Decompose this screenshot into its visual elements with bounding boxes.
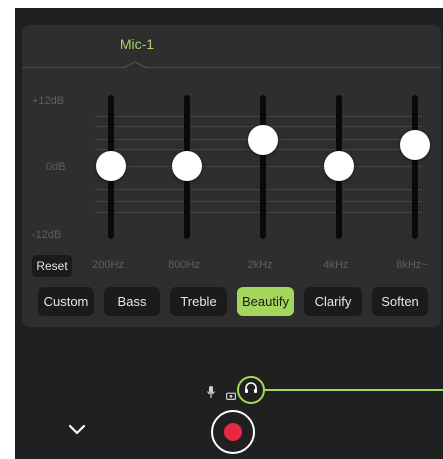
headphone-monitor-toggle[interactable] <box>237 376 265 404</box>
camera-icon <box>226 387 237 405</box>
grid-line <box>95 166 422 167</box>
grid-line <box>95 201 422 202</box>
preset-button-soften[interactable]: Soften <box>372 287 428 316</box>
tab-divider <box>22 67 441 68</box>
eq-slider-track-2[interactable] <box>260 95 266 239</box>
collapse-button[interactable] <box>66 421 88 443</box>
db-label-bottom: -12dB <box>32 229 62 241</box>
frequency-label: 800Hz <box>168 259 200 271</box>
tab-mic-1[interactable]: Mic-1 <box>117 36 157 52</box>
tab-indicator <box>122 61 148 71</box>
grid-line <box>95 212 422 213</box>
db-label-top: +12dB <box>32 95 65 107</box>
record-button[interactable] <box>211 410 255 454</box>
frequency-label: 2kHz <box>247 259 273 271</box>
eq-slider-knob-4[interactable] <box>400 130 430 161</box>
eq-slider-knob-1[interactable] <box>172 151 202 181</box>
preset-button-clarify[interactable]: Clarify <box>304 287 362 316</box>
equalizer-panel: Mic-1 +12dB 0dB -12dB Reset 200Hz 800Hz 2k… <box>22 25 441 327</box>
eq-slider-knob-3[interactable] <box>324 151 354 181</box>
db-label-middle: 0dB <box>46 161 66 173</box>
grid-line <box>95 189 422 190</box>
eq-slider-track-4[interactable] <box>412 95 418 239</box>
preset-button-beautify[interactable]: Beautify <box>237 287 294 316</box>
preset-button-treble[interactable]: Treble <box>170 287 227 316</box>
frequency-label: 4kHz <box>323 259 349 271</box>
headphone-icon <box>244 381 258 399</box>
frequency-label: 8kHz~ <box>396 259 428 271</box>
microphone-icon <box>206 385 216 403</box>
app-screen: Mic-1 +12dB 0dB -12dB Reset 200Hz 800Hz 2k… <box>15 8 443 459</box>
preset-button-custom[interactable]: Custom <box>38 287 94 316</box>
preset-button-bass[interactable]: Bass <box>104 287 160 316</box>
record-icon <box>224 423 242 441</box>
monitor-level-line <box>265 389 443 391</box>
reset-button[interactable]: Reset <box>32 255 72 277</box>
eq-slider-knob-0[interactable] <box>96 151 126 181</box>
eq-slider-knob-2[interactable] <box>248 125 278 155</box>
chevron-down-icon <box>68 423 86 441</box>
grid-line <box>95 116 422 117</box>
frequency-label: 200Hz <box>92 259 124 271</box>
